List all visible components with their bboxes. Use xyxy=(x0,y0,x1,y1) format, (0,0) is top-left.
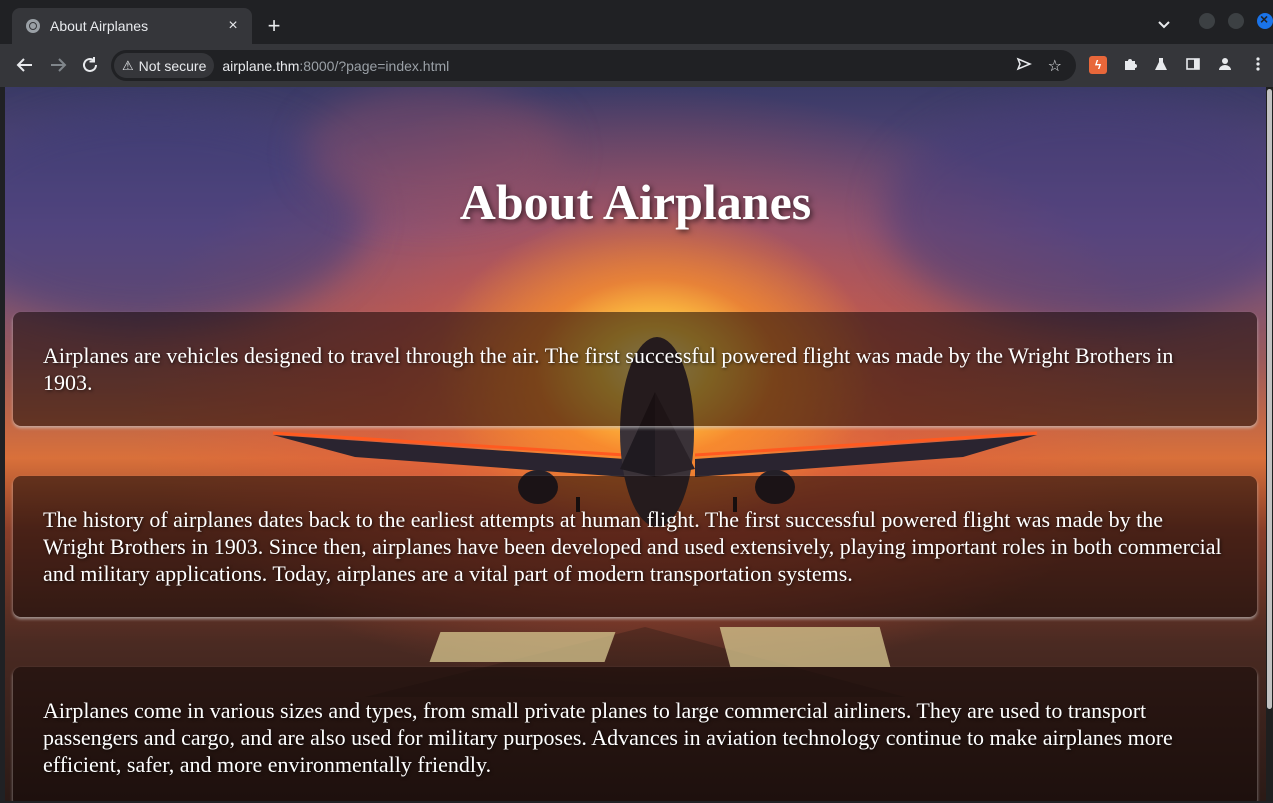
reload-icon[interactable] xyxy=(79,54,101,76)
page-title: About Airplanes xyxy=(459,174,812,230)
tab-title: About Airplanes xyxy=(50,18,149,34)
address-bar[interactable]: ⚠ Not secure airplane.thm:8000/?page=ind… xyxy=(111,50,1076,81)
scrollbar-thumb[interactable] xyxy=(1267,89,1272,709)
tab-close-icon[interactable]: × xyxy=(224,17,242,35)
puzzle-icon[interactable] xyxy=(1121,56,1139,74)
globe-icon xyxy=(26,19,40,33)
profile-icon[interactable] xyxy=(1216,56,1234,74)
url-text[interactable]: airplane.thm:8000/?page=index.html xyxy=(222,58,449,74)
side-panel-icon[interactable] xyxy=(1184,56,1202,74)
info-card: The history of airplanes dates back to t… xyxy=(13,476,1257,617)
star-icon[interactable]: ☆ xyxy=(1048,56,1062,77)
send-icon[interactable] xyxy=(1016,56,1032,77)
burp-extension-icon[interactable]: ϟ xyxy=(1089,56,1107,74)
runway-marking xyxy=(719,627,891,667)
page-viewport: About Airplanes Airplanes are vehicles d… xyxy=(5,87,1266,801)
runway-marking xyxy=(429,632,616,662)
new-tab-button[interactable]: + xyxy=(262,14,286,38)
security-chip[interactable]: ⚠ Not secure xyxy=(114,53,215,78)
browser-tab[interactable]: About Airplanes × xyxy=(12,8,252,44)
tab-strip: About Airplanes × + xyxy=(0,0,1273,44)
back-icon[interactable] xyxy=(14,54,36,76)
minimize-button[interactable] xyxy=(1199,13,1215,29)
card-paragraph: Airplanes are vehicles designed to trave… xyxy=(43,343,1174,395)
close-window-button[interactable] xyxy=(1257,11,1273,29)
flask-icon[interactable] xyxy=(1152,56,1170,74)
security-label: Not secure xyxy=(138,57,207,74)
menu-icon[interactable] xyxy=(1249,56,1267,74)
card-paragraph: The history of airplanes dates back to t… xyxy=(43,507,1222,586)
card-paragraph: Airplanes come in various sizes and type… xyxy=(43,698,1173,777)
info-card: Airplanes are vehicles designed to trave… xyxy=(13,312,1257,426)
warning-icon: ⚠ xyxy=(122,57,134,73)
page-scrollbar[interactable] xyxy=(1266,87,1273,801)
browser-toolbar: ⚠ Not secure airplane.thm:8000/?page=ind… xyxy=(0,44,1273,87)
url-path: :8000/?page=index.html xyxy=(299,57,450,74)
maximize-button[interactable] xyxy=(1228,13,1244,29)
forward-icon[interactable] xyxy=(47,54,69,76)
url-host: airplane.thm xyxy=(222,57,300,74)
info-card: Airplanes come in various sizes and type… xyxy=(13,667,1257,801)
tab-search-icon[interactable] xyxy=(1158,16,1170,34)
